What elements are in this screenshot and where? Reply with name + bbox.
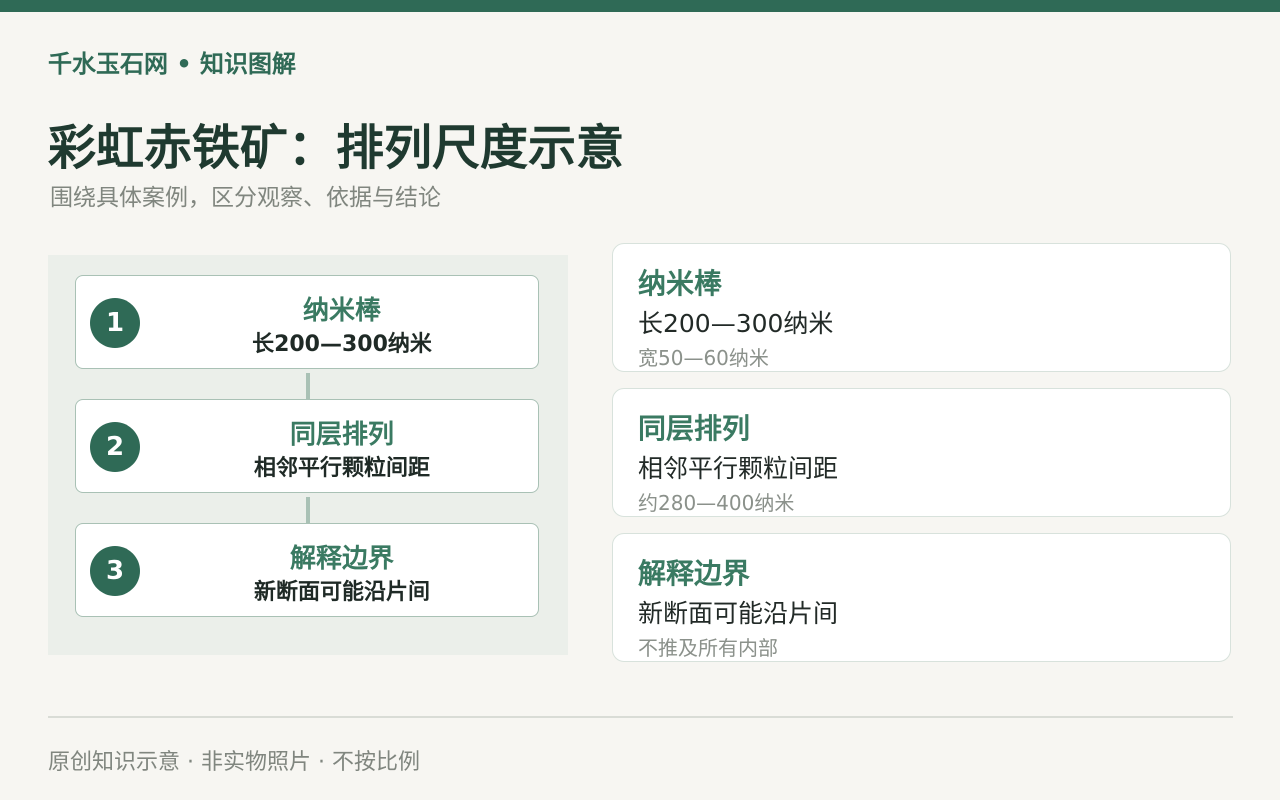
card-main-text: 相邻平行颗粒间距	[638, 454, 839, 483]
step-number-badge: 1	[90, 298, 140, 348]
step-title: 解释边界	[289, 544, 394, 574]
step-box-1: 1 纳米棒 长200—300纳米	[75, 275, 539, 369]
step-number-badge: 3	[90, 546, 140, 596]
footer-divider	[48, 716, 1233, 718]
step-description: 相邻平行颗粒间距	[253, 456, 430, 481]
card-sub-text: 约280—400纳米	[638, 491, 795, 515]
footer-note: 原创知识示意 · 非实物照片 · 不按比例	[48, 750, 420, 775]
flow-diagram-panel: 1 纳米棒 长200—300纳米 2 同层排列 相邻平行颗粒间距 3 解释边界 …	[48, 255, 568, 655]
card-title: 纳米棒	[638, 267, 723, 300]
card-main-text: 新断面可能沿片间	[638, 599, 839, 628]
page-subtitle: 围绕具体案例，区分观察、依据与结论	[50, 185, 441, 211]
page-title: 彩虹赤铁矿：排列尺度示意	[48, 120, 625, 176]
detail-card-nanorod: 纳米棒 长200—300纳米 宽50—60纳米	[612, 243, 1231, 372]
step-title: 同层排列	[289, 420, 394, 450]
card-sub-text: 宽50—60纳米	[638, 346, 769, 370]
card-title: 同层排列	[638, 412, 751, 445]
step-connector	[306, 497, 310, 523]
card-title: 解释边界	[638, 557, 751, 590]
card-main-text: 长200—300纳米	[638, 309, 834, 338]
step-box-2: 2 同层排列 相邻平行颗粒间距	[75, 399, 539, 493]
card-sub-text: 不推及所有内部	[638, 636, 778, 660]
detail-card-arrangement: 同层排列 相邻平行颗粒间距 约280—400纳米	[612, 388, 1231, 517]
step-description: 新断面可能沿片间	[253, 580, 430, 605]
step-number-badge: 2	[90, 422, 140, 472]
step-box-3: 3 解释边界 新断面可能沿片间	[75, 523, 539, 617]
step-description: 长200—300纳米	[252, 332, 432, 357]
detail-card-boundary: 解释边界 新断面可能沿片间 不推及所有内部	[612, 533, 1231, 662]
step-connector	[306, 373, 310, 399]
site-name: 千水玉石网 • 知识图解	[48, 50, 297, 78]
top-accent-bar	[0, 0, 1280, 12]
step-title: 纳米棒	[302, 296, 381, 326]
